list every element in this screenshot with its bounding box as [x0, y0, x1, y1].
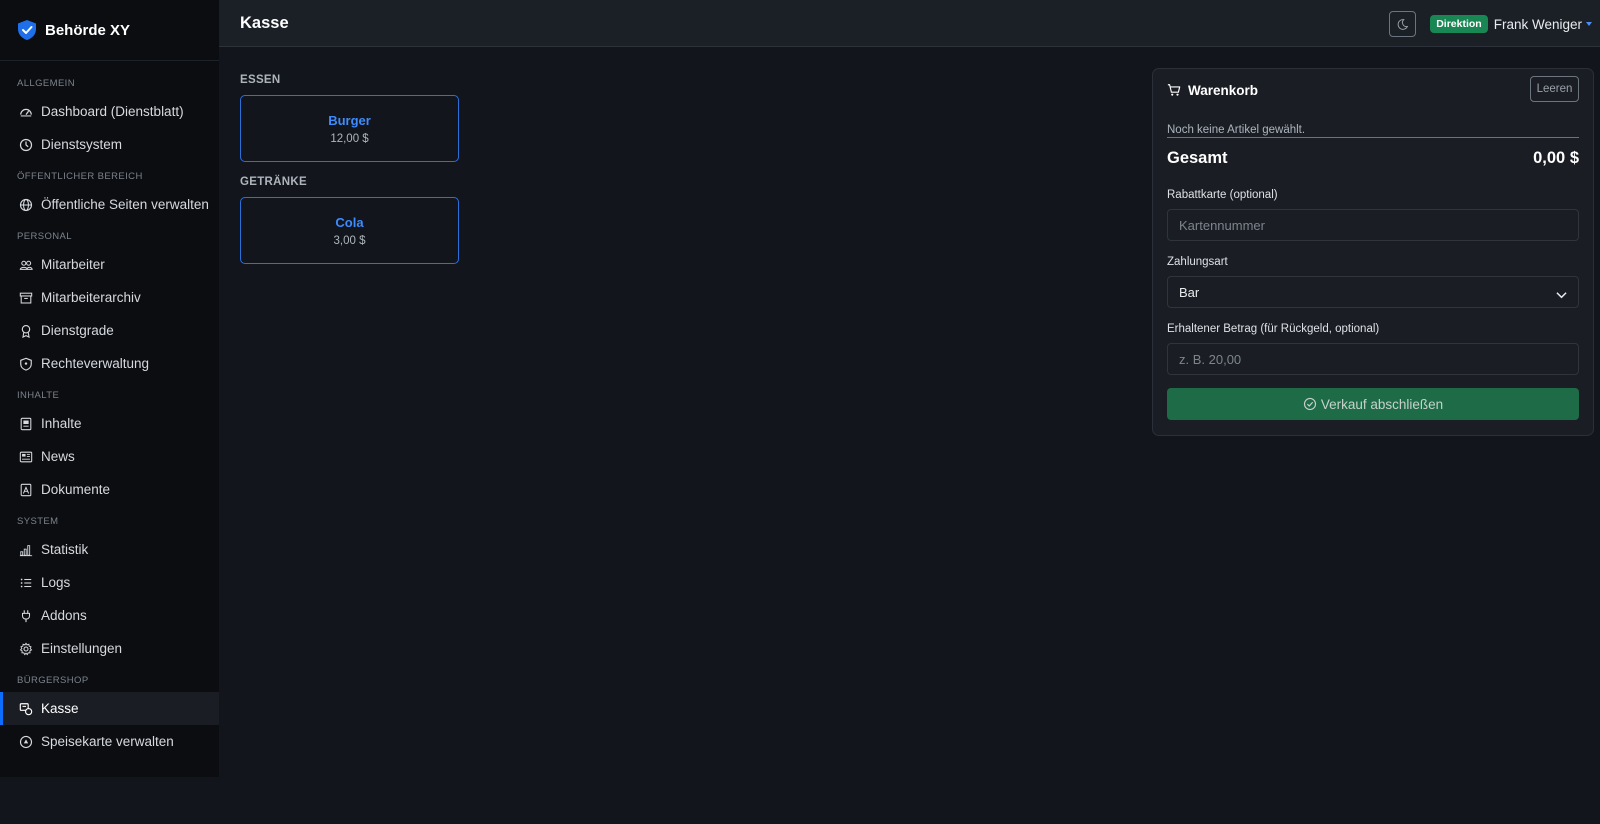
- sidebar-item-label: Statistik: [41, 542, 89, 557]
- sidebar-item-label: Rechteverwaltung: [41, 356, 150, 371]
- archive-icon: [19, 291, 33, 305]
- section-label-oeffentlich: Öffentlicher Bereich: [17, 171, 143, 182]
- sidebar-item-oeffentliche-seiten[interactable]: Öffentliche Seiten verwalten: [0, 188, 219, 221]
- sidebar-item-news[interactable]: News: [0, 440, 219, 473]
- clear-cart-button[interactable]: Leeren: [1530, 76, 1579, 102]
- brand-name: Behörde XY: [45, 21, 131, 39]
- cash-register-icon: [19, 702, 33, 716]
- complete-sale-button[interactable]: Verkauf abschließen: [1167, 388, 1579, 420]
- discount-card-input[interactable]: Kartennummer: [1167, 209, 1579, 241]
- payment-label: Zahlungsart: [1167, 256, 1228, 268]
- people-icon: [19, 258, 33, 272]
- sidebar-item-addons[interactable]: Addons: [0, 599, 219, 632]
- sidebar-item-label: Addons: [41, 608, 87, 623]
- sidebar-item-speisekarte[interactable]: Speisekarte verwalten: [0, 725, 219, 758]
- sidebar-item-logs[interactable]: Logs: [0, 566, 219, 599]
- sidebar-item-rechteverwaltung[interactable]: Rechteverwaltung: [0, 347, 219, 380]
- sidebar-item-einstellungen[interactable]: Einstellungen: [0, 632, 219, 665]
- cart-icon: [1167, 83, 1181, 97]
- sidebar-item-dashboard[interactable]: Dashboard (Dienstblatt): [0, 95, 219, 128]
- sidebar-item-label: Dienstsystem: [41, 137, 123, 152]
- product-name: Burger: [328, 113, 371, 128]
- sidebar: Behörde XY Allgemein Dashboard (Dienstbl…: [0, 0, 219, 777]
- product-name: Cola: [335, 215, 364, 230]
- sidebar-item-label: Inhalte: [41, 416, 82, 431]
- section-label-inhalte: Inhalte: [17, 390, 60, 401]
- sidebar-item-kasse[interactable]: Kasse: [0, 692, 219, 725]
- section-label-buergershop: Bürgershop: [17, 675, 89, 686]
- check-circle-icon: [1303, 397, 1317, 411]
- sidebar-item-label: Dienstgrade: [41, 323, 114, 338]
- sidebar-item-label: Speisekarte verwalten: [41, 734, 174, 749]
- cart-title: Warenkorb: [1188, 82, 1259, 98]
- shield-check-icon: [18, 20, 36, 40]
- received-amount-input[interactable]: z. B. 20,00: [1167, 343, 1579, 375]
- sidebar-item-statistik[interactable]: Statistik: [0, 533, 219, 566]
- cart-panel: Warenkorb Leeren Noch keine Artikel gewä…: [1152, 68, 1594, 436]
- shield-icon: [19, 357, 33, 371]
- total-label: Gesamt: [1167, 149, 1228, 167]
- total-value: 0,00 $: [1533, 149, 1579, 167]
- award-icon: [19, 324, 33, 338]
- moon-icon: [1396, 18, 1409, 31]
- sidebar-nav: Allgemein Dashboard (Dienstblatt) Dienst…: [0, 61, 219, 758]
- category-label-getraenke: Getränke: [240, 176, 307, 188]
- user-menu-toggle[interactable]: Frank Weniger: [1494, 17, 1582, 32]
- payment-method-select[interactable]: Bar: [1167, 276, 1579, 308]
- sidebar-item-label: Dokumente: [41, 482, 111, 497]
- clock-icon: [19, 138, 33, 152]
- sidebar-item-label: Logs: [41, 575, 71, 590]
- sidebar-item-label: Einstellungen: [41, 641, 123, 656]
- sidebar-item-dienstgrade[interactable]: Dienstgrade: [0, 314, 219, 347]
- file-pdf-icon: [19, 483, 33, 497]
- category-label-essen: Essen: [240, 74, 281, 86]
- sidebar-item-dienstsystem[interactable]: Dienstsystem: [0, 128, 219, 161]
- product-card-cola[interactable]: Cola 3,00 $: [240, 197, 459, 264]
- sidebar-item-mitarbeiterarchiv[interactable]: Mitarbeiterarchiv: [0, 281, 219, 314]
- product-price: 3,00 $: [333, 235, 366, 247]
- menu-card-icon: [19, 735, 33, 749]
- sidebar-item-inhalte[interactable]: Inhalte: [0, 407, 219, 440]
- product-price: 12,00 $: [330, 133, 369, 145]
- discount-card-placeholder: Kartennummer: [1179, 217, 1265, 233]
- received-amount-placeholder: z. B. 20,00: [1179, 351, 1242, 367]
- plug-icon: [19, 609, 33, 623]
- gear-icon: [19, 641, 33, 656]
- sidebar-item-label: Mitarbeiter: [41, 257, 105, 272]
- bar-chart-icon: [19, 543, 33, 557]
- section-label-allgemein: Allgemein: [17, 78, 75, 89]
- cart-header: Warenkorb Leeren: [1153, 69, 1593, 111]
- list-icon: [19, 576, 33, 590]
- section-label-system: System: [17, 516, 59, 527]
- role-badge: Direktion: [1430, 15, 1488, 33]
- sidebar-item-label: Dashboard (Dienstblatt): [41, 104, 184, 119]
- discount-label: Rabattkarte (optional): [1167, 189, 1278, 201]
- received-amount-label: Erhaltener Betrag (für Rückgeld, optiona…: [1167, 323, 1380, 335]
- section-label-personal: Personal: [17, 231, 72, 242]
- globe-icon: [19, 198, 33, 212]
- cart-total-row: Gesamt 0,00 $: [1167, 149, 1579, 168]
- chevron-down-icon: [1556, 287, 1567, 302]
- complete-sale-label: Verkauf abschließen: [1320, 396, 1444, 412]
- sidebar-item-dokumente[interactable]: Dokumente: [0, 473, 219, 506]
- topbar: Kasse Direktion Frank Weniger: [219, 0, 1600, 47]
- brand[interactable]: Behörde XY: [0, 0, 219, 61]
- topbar-right: Direktion Frank Weniger: [1389, 11, 1592, 37]
- sidebar-item-label: Mitarbeiterarchiv: [41, 290, 141, 305]
- cart-empty-note: Noch keine Artikel gewählt.: [1167, 124, 1579, 138]
- newspaper-icon: [19, 450, 33, 464]
- payment-method-value: Bar: [1179, 284, 1200, 300]
- theme-toggle-button[interactable]: [1389, 11, 1417, 37]
- product-card-burger[interactable]: Burger 12,00 $: [240, 95, 459, 162]
- sidebar-item-label: Öffentliche Seiten verwalten: [41, 197, 209, 212]
- file-text-icon: [19, 417, 33, 431]
- sidebar-item-mitarbeiter[interactable]: Mitarbeiter: [0, 248, 219, 281]
- caret-down-icon[interactable]: [1586, 22, 1592, 26]
- sidebar-item-label: News: [41, 449, 75, 464]
- speedometer-icon: [19, 105, 33, 119]
- page-title: Kasse: [240, 13, 289, 32]
- sidebar-item-label: Kasse: [41, 701, 79, 716]
